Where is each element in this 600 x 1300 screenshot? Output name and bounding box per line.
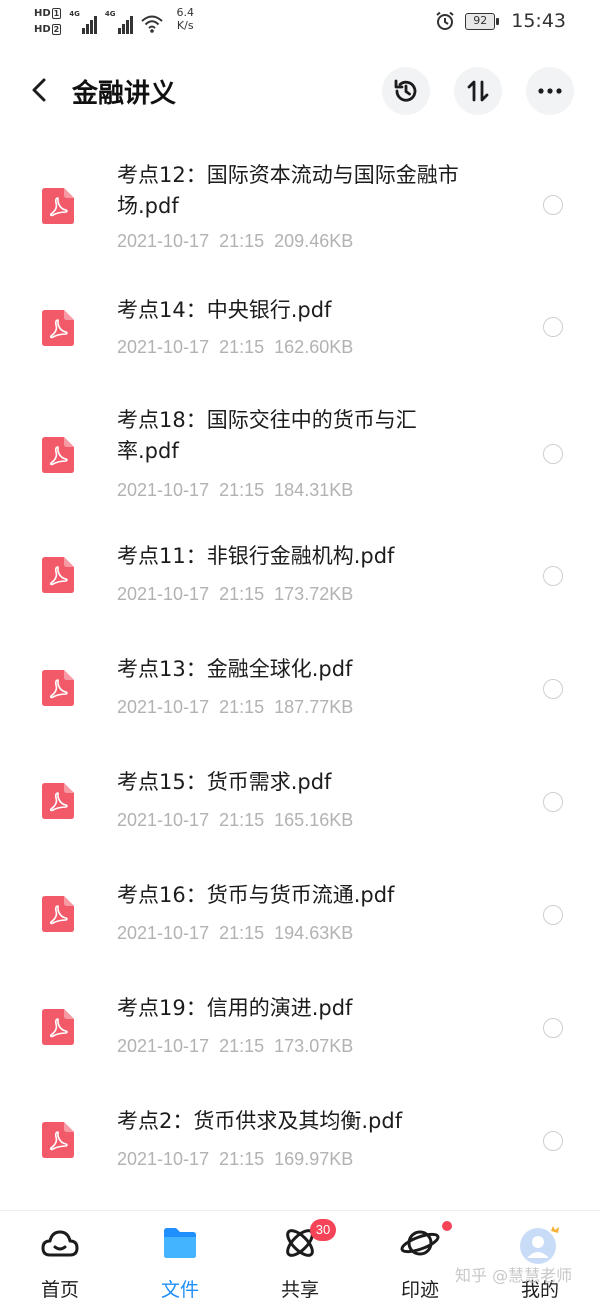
file-name: 考点15：货币需求.pdf [117,770,332,794]
nav-home[interactable]: 首页 [20,1225,100,1300]
history-icon [394,79,417,102]
home-cloud-icon [41,1230,79,1257]
nav-label: 共享 [280,1279,319,1300]
sim2-indicator: HD 2 [34,24,62,35]
bottom-nav: 首页 文件 30 共享 印迹 我的 [0,1210,600,1300]
status-right: 92 15:43 [435,10,566,32]
file-meta: 2021-10-17 21:15 165.16KB [117,810,354,830]
select-radio[interactable] [543,1018,563,1038]
status-bar: HD 1 HD 2 4G 4G 6.4 K/s 92 15:43 [0,0,600,46]
file-item[interactable]: 考点11：非银行金融机构.pdf 2021-10-17 21:15 173.72… [0,540,600,630]
planet-icon [400,1230,440,1256]
select-radio[interactable] [543,195,563,215]
network-speed: 6.4 K/s [176,6,195,32]
file-name: 考点2：货币供求及其均衡.pdf [117,1109,403,1133]
file-name: 考点14：中央银行.pdf [117,298,332,322]
select-radio[interactable] [543,317,563,337]
sort-button[interactable] [454,67,502,115]
pdf-file-icon [42,310,74,346]
nav-label: 文件 [160,1279,199,1300]
nav-share[interactable]: 30 共享 [260,1219,340,1300]
page-title: 金融讲义 [72,79,177,109]
select-radio[interactable] [543,905,563,925]
app-header: 金融讲义 [0,60,600,120]
signal-icon-2: 4G [105,10,133,34]
back-icon[interactable] [26,72,56,108]
file-item[interactable]: 考点18：国际交往中的货币与汇率.pdf 2021-10-17 21:15 18… [0,400,600,520]
pdf-file-icon [42,188,74,224]
status-left: HD 1 HD 2 4G 4G 6.4 K/s [34,6,194,35]
file-item[interactable]: 考点2：货币供求及其均衡.pdf 2021-10-17 21:15 169.97… [0,1105,600,1195]
sim1-indicator: HD 1 [34,8,62,19]
file-item[interactable]: 考点15：货币需求.pdf 2021-10-17 21:15 165.16KB [0,766,600,856]
pdf-file-icon [42,783,74,819]
pdf-file-icon [42,896,74,932]
file-meta: 2021-10-17 21:15 169.97KB [117,1149,354,1169]
file-meta: 2021-10-17 21:15 162.60KB [117,337,354,357]
nav-files[interactable]: 文件 [140,1225,220,1300]
nav-label: 首页 [40,1279,79,1300]
file-name: 考点19：信用的演进.pdf [117,996,353,1020]
select-radio[interactable] [543,792,563,812]
watermark: 知乎 @慧慧老师 [455,1266,573,1285]
file-meta: 2021-10-17 21:15 184.31KB [117,480,354,500]
notification-dot [442,1221,452,1231]
pdf-file-icon [42,1122,74,1158]
pdf-file-icon [42,670,74,706]
battery-icon: 92 [465,12,500,30]
pdf-file-icon [42,437,74,473]
nav-label: 印迹 [400,1279,439,1300]
alarm-icon [436,11,454,30]
more-button[interactable] [526,67,574,115]
sort-icon [467,80,489,102]
file-name: 考点12：国际资本流动与国际金融市场.pdf [117,163,459,218]
nav-traces[interactable]: 印迹 [380,1221,460,1300]
select-radio[interactable] [543,1131,563,1151]
file-name: 考点13：金融全球化.pdf [117,657,353,681]
pdf-file-icon [42,1009,74,1045]
select-radio[interactable] [543,566,563,586]
file-meta: 2021-10-17 21:15 209.46KB [117,231,354,251]
select-radio[interactable] [543,444,563,464]
sim-indicators: HD 1 HD 2 [34,8,62,35]
more-icon [538,88,562,94]
file-meta: 2021-10-17 21:15 187.77KB [117,697,354,717]
share-badge: 30 [310,1219,336,1241]
file-item[interactable]: 考点19：信用的演进.pdf 2021-10-17 21:15 173.07KB [0,992,600,1082]
history-button[interactable] [382,67,430,115]
pdf-file-icon [42,557,74,593]
file-name: 考点11：非银行金融机构.pdf [117,544,395,568]
file-item[interactable]: 考点16：货币与货币流通.pdf 2021-10-17 21:15 194.63… [0,879,600,969]
file-meta: 2021-10-17 21:15 173.72KB [117,584,354,604]
clock: 15:43 [511,10,566,32]
avatar-icon [520,1226,559,1264]
file-item[interactable]: 考点13：金融全球化.pdf 2021-10-17 21:15 187.77KB [0,653,600,743]
file-item[interactable]: 考点14：中央银行.pdf 2021-10-17 21:15 162.60KB [0,290,600,380]
file-item[interactable]: 考点12：国际资本流动与国际金融市场.pdf 2021-10-17 21:15 … [0,150,600,270]
select-radio[interactable] [543,679,563,699]
file-name: 考点16：货币与货币流通.pdf [117,883,395,907]
signal-icon: 4G [69,10,97,34]
folder-icon [164,1228,196,1258]
file-meta: 2021-10-17 21:15 173.07KB [117,1036,354,1056]
file-name: 考点18：国际交往中的货币与汇率.pdf [117,408,417,463]
wifi-icon [140,15,163,33]
file-meta: 2021-10-17 21:15 194.63KB [117,923,354,943]
